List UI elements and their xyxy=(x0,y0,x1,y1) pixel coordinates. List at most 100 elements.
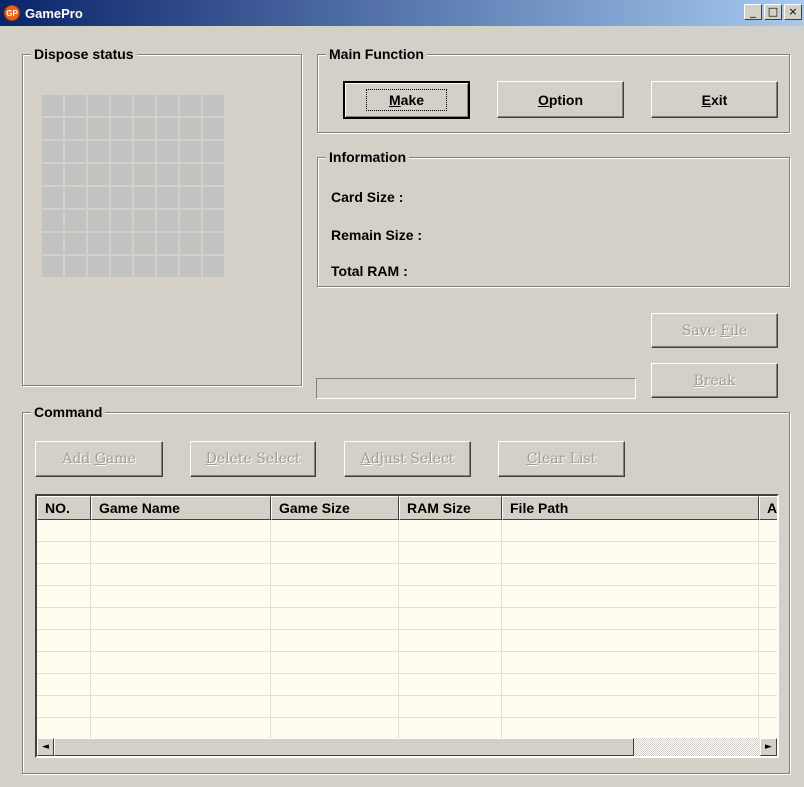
option-button-label: Option xyxy=(537,91,584,108)
dispose-cell xyxy=(180,256,201,277)
dispose-cell xyxy=(203,256,224,277)
dispose-cell xyxy=(111,187,132,208)
dispose-cell xyxy=(157,233,178,254)
minimize-button[interactable]: _ xyxy=(744,4,762,20)
table-column-separator xyxy=(758,520,759,738)
exit-button[interactable]: Exit xyxy=(651,81,778,118)
title-bar[interactable]: GP GamePro _ □ × xyxy=(0,0,804,26)
table-row-separator xyxy=(37,717,777,718)
dispose-cell xyxy=(42,118,63,139)
information-label: Information xyxy=(326,148,409,166)
column-header-no[interactable]: NO. xyxy=(37,496,91,520)
scroll-left-icon[interactable]: ◄ xyxy=(37,738,54,756)
dispose-cell xyxy=(88,164,109,185)
make-button-label: Make xyxy=(365,89,448,111)
dispose-cell xyxy=(65,95,86,116)
main-function-label: Main Function xyxy=(326,45,427,63)
scroll-right-icon[interactable]: ► xyxy=(760,738,777,756)
add-game-button-label: Add Game xyxy=(62,451,136,467)
dispose-cell xyxy=(180,141,201,162)
adjust-select-button-label: Adjust Select xyxy=(360,451,455,467)
dispose-cell xyxy=(180,210,201,231)
add-game-button[interactable]: Add Game xyxy=(35,441,163,477)
table-row-separator xyxy=(37,651,777,652)
dispose-cell xyxy=(65,256,86,277)
column-header-ad[interactable]: Ad xyxy=(759,496,777,520)
gamepro-logo-icon: GP xyxy=(4,5,20,21)
dispose-cell xyxy=(203,233,224,254)
exit-button-label: Exit xyxy=(701,91,728,108)
dispose-cell xyxy=(157,118,178,139)
dispose-cell xyxy=(111,164,132,185)
dispose-cell xyxy=(203,141,224,162)
table-column-separator xyxy=(398,520,399,738)
dispose-cell xyxy=(88,233,109,254)
dispose-cell xyxy=(42,141,63,162)
total-ram-label: Total RAM : xyxy=(331,263,408,279)
scroll-thumb[interactable] xyxy=(54,738,634,756)
make-button[interactable]: Make xyxy=(343,81,470,119)
command-label: Command xyxy=(31,403,106,421)
dispose-status-group: Dispose status xyxy=(22,45,302,386)
table-row-separator xyxy=(37,563,777,564)
adjust-select-button[interactable]: Adjust Select xyxy=(344,441,471,477)
save-file-button[interactable]: Save File xyxy=(651,313,778,348)
progress-bar xyxy=(316,378,636,399)
dispose-cell xyxy=(157,210,178,231)
dispose-cell xyxy=(42,164,63,185)
dispose-cell xyxy=(42,233,63,254)
dispose-cell xyxy=(134,95,155,116)
column-header-game-name[interactable]: Game Name xyxy=(91,496,271,520)
dispose-cell xyxy=(88,187,109,208)
maximize-button[interactable]: □ xyxy=(764,4,782,20)
delete-select-button[interactable]: Delete Select xyxy=(190,441,316,477)
delete-select-button-label: Delete Select xyxy=(205,451,301,467)
clear-list-button[interactable]: Clear List xyxy=(498,441,625,477)
dispose-cell xyxy=(134,164,155,185)
table-column-separator xyxy=(270,520,271,738)
break-button-label: Break xyxy=(693,372,736,389)
dispose-cell xyxy=(111,141,132,162)
table-row-separator xyxy=(37,629,777,630)
dispose-cell xyxy=(42,187,63,208)
table-row-separator xyxy=(37,673,777,674)
option-button[interactable]: Option xyxy=(497,81,624,118)
card-size-label: Card Size : xyxy=(331,189,404,205)
dispose-cell xyxy=(88,210,109,231)
dispose-cell xyxy=(134,118,155,139)
dispose-cell xyxy=(65,210,86,231)
remain-size-label: Remain Size : xyxy=(331,227,423,243)
list-body[interactable] xyxy=(37,520,777,740)
dispose-cell xyxy=(180,187,201,208)
title-bar-buttons: _ □ × xyxy=(744,4,802,20)
dispose-cell xyxy=(203,187,224,208)
dispose-cell xyxy=(157,256,178,277)
table-row-separator xyxy=(37,585,777,586)
dispose-cell xyxy=(134,141,155,162)
table-column-separator xyxy=(501,520,502,738)
dispose-cell xyxy=(180,164,201,185)
scroll-track[interactable] xyxy=(634,738,760,756)
column-header-game-size[interactable]: Game Size xyxy=(271,496,399,520)
dispose-cell xyxy=(88,118,109,139)
dispose-cell xyxy=(65,141,86,162)
dispose-cell xyxy=(88,141,109,162)
list-header: NO. Game Name Game Size RAM Size File Pa… xyxy=(37,496,777,520)
dispose-status-label: Dispose status xyxy=(31,45,137,63)
table-row-separator xyxy=(37,541,777,542)
dispose-cell xyxy=(65,187,86,208)
dispose-cell xyxy=(111,118,132,139)
dispose-cell xyxy=(111,233,132,254)
dispose-cell xyxy=(203,210,224,231)
game-list[interactable]: NO. Game Name Game Size RAM Size File Pa… xyxy=(35,494,779,758)
dispose-status-grid xyxy=(42,95,224,277)
column-header-file-path[interactable]: File Path xyxy=(502,496,759,520)
column-header-ram-size[interactable]: RAM Size xyxy=(399,496,502,520)
break-button[interactable]: Break xyxy=(651,363,778,398)
close-button[interactable]: × xyxy=(784,4,802,20)
dispose-cell xyxy=(111,95,132,116)
dispose-cell xyxy=(134,233,155,254)
dispose-cell xyxy=(65,118,86,139)
window-title: GamePro xyxy=(25,5,83,21)
horizontal-scrollbar[interactable]: ◄ ► xyxy=(37,738,777,756)
